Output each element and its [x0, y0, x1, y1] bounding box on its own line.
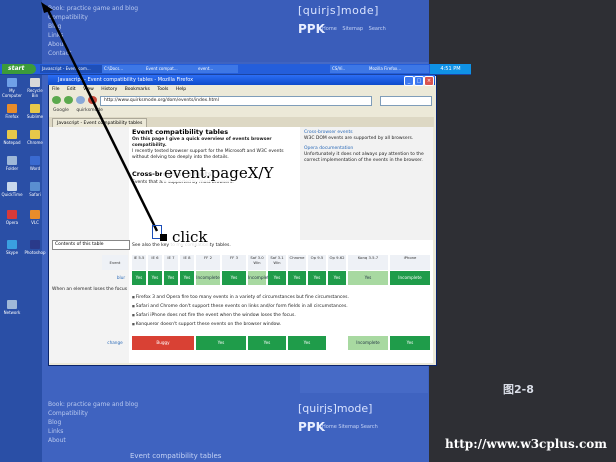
pagexy-label: event.pageX/Y — [162, 164, 276, 182]
click-marker-icon — [160, 234, 167, 241]
click-label: click — [170, 228, 210, 246]
watermark: http://www.w3cplus.com — [445, 437, 607, 451]
figure-label: 图2-8 — [503, 383, 534, 396]
